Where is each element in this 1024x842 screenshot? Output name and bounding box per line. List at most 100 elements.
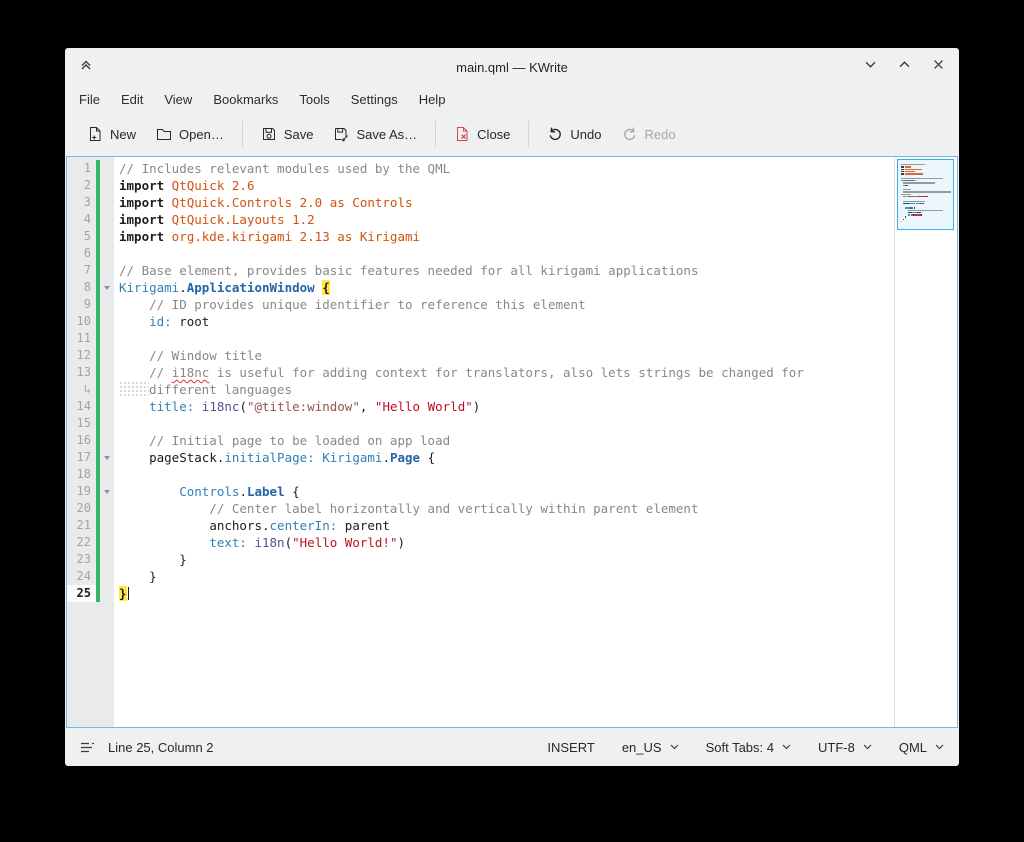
code-text[interactable]: // Center label horizontally and vertica…	[114, 500, 698, 517]
status-insert-mode[interactable]: INSERT	[547, 740, 594, 755]
status-tab-settings[interactable]: Soft Tabs: 4	[706, 740, 791, 755]
save-as--button[interactable]: Save As…	[323, 121, 427, 147]
code-token: different languages	[149, 382, 292, 397]
code-text[interactable]	[114, 415, 119, 432]
code-text[interactable]: Kirigami.ApplicationWindow {	[114, 279, 330, 296]
document-new-icon	[87, 126, 103, 142]
minimap-token	[908, 210, 944, 211]
code-token: //	[119, 365, 172, 380]
close-button[interactable]	[927, 56, 949, 78]
menu-item-edit[interactable]: Edit	[121, 92, 143, 107]
code-token: import	[119, 212, 164, 227]
code-text[interactable]: // Base element, provides basic features…	[114, 262, 698, 279]
save-button[interactable]: Save	[251, 121, 324, 147]
code-token: }	[119, 552, 187, 567]
edit-redo-icon	[622, 126, 638, 142]
code-text[interactable]: }	[114, 568, 157, 585]
maximize-icon	[898, 58, 911, 76]
minimap-token	[914, 207, 915, 208]
fold-column	[100, 296, 114, 313]
code-token: import	[119, 229, 164, 244]
menu-item-view[interactable]: View	[164, 92, 192, 107]
line-number: 3	[67, 194, 96, 211]
code-text[interactable]: }	[114, 551, 187, 568]
code-text[interactable]: // Includes relevant modules used by the…	[114, 160, 450, 177]
code-line: 1 // Includes relevant modules used by th…	[67, 160, 894, 177]
status-dictionary[interactable]: en_US	[622, 740, 679, 755]
code-token: (	[239, 399, 247, 414]
open--button[interactable]: Open…	[146, 121, 234, 147]
close-button[interactable]: Close	[444, 121, 520, 147]
code-token: // Window title	[119, 348, 262, 363]
cursor-position[interactable]: Line 25, Column 2	[108, 740, 214, 755]
code-text[interactable]	[114, 245, 119, 262]
line-number: 18	[67, 466, 96, 483]
code-text[interactable]: id: root	[114, 313, 209, 330]
toolbar-button-label: Save As…	[356, 127, 417, 142]
code-text[interactable]: // i18nc is useful for adding context fo…	[114, 364, 804, 381]
code-line: 23 }	[67, 551, 894, 568]
code-text[interactable]: text: i18n("Hello World!")	[114, 534, 405, 551]
line-number: 10	[67, 313, 96, 330]
window-title: main.qml — KWrite	[65, 60, 959, 75]
minimap-token	[903, 189, 911, 190]
code-text[interactable]: // Initial page to be loaded on app load	[114, 432, 450, 449]
status-insert-mode-label: INSERT	[547, 740, 594, 755]
code-text[interactable]	[114, 330, 119, 347]
status-encoding[interactable]: UTF-8	[818, 740, 872, 755]
new-button[interactable]: New	[77, 121, 146, 147]
line-number: 1	[67, 160, 96, 177]
keep-above-button[interactable]	[75, 56, 97, 78]
menu-item-help[interactable]: Help	[419, 92, 446, 107]
line-settings-icon[interactable]	[80, 741, 95, 754]
code-text[interactable]: import QtQuick.Controls 2.0 as Controls	[114, 194, 413, 211]
fold-arrow[interactable]	[100, 483, 114, 500]
code-token: // Includes relevant modules used by the…	[119, 161, 450, 176]
code-text[interactable]: Controls.Label {	[114, 483, 300, 500]
code-line: 16 // Initial page to be loaded on app l…	[67, 432, 894, 449]
line-number: 22	[67, 534, 96, 551]
undo-button[interactable]: Undo	[537, 121, 611, 147]
chevron-down-icon	[782, 744, 791, 750]
maximize-button[interactable]	[893, 56, 915, 78]
redo-button[interactable]: Redo	[612, 121, 686, 147]
code-text[interactable]: // Window title	[114, 347, 262, 364]
fold-column	[100, 262, 114, 279]
line-number: 14	[67, 398, 96, 415]
code-text[interactable]: // ID provides unique identifier to refe…	[114, 296, 586, 313]
edit-undo-icon	[547, 126, 563, 142]
code-text[interactable]: import QtQuick.Layouts 1.2	[114, 211, 315, 228]
toolbar-button-label: Redo	[645, 127, 676, 142]
fold-arrow[interactable]	[100, 279, 114, 296]
fold-arrow[interactable]	[100, 449, 114, 466]
code-text[interactable]	[114, 466, 119, 483]
minimap-token	[901, 171, 904, 172]
menu-item-tools[interactable]: Tools	[299, 92, 329, 107]
minimap-token	[914, 214, 922, 215]
fold-column	[100, 415, 114, 432]
code-text[interactable]: different languages	[114, 381, 292, 398]
text-editor[interactable]: 1 // Includes relevant modules used by th…	[67, 157, 894, 727]
code-text[interactable]: title: i18nc("@title:window", "Hello Wor…	[114, 398, 480, 415]
code-text[interactable]: pageStack.initialPage: Kirigami.Page {	[114, 449, 435, 466]
minimize-button[interactable]	[859, 56, 881, 78]
scrollbar-track[interactable]	[894, 157, 957, 727]
minimap-line	[901, 173, 951, 174]
minimap[interactable]	[897, 159, 954, 230]
menu-item-bookmarks[interactable]: Bookmarks	[213, 92, 278, 107]
titlebar[interactable]: main.qml — KWrite	[65, 48, 959, 86]
code-text[interactable]: anchors.centerIn: parent	[114, 517, 390, 534]
code-text[interactable]: import QtQuick 2.6	[114, 177, 254, 194]
code-line: 4import QtQuick.Layouts 1.2	[67, 211, 894, 228]
chevron-down-icon	[863, 744, 872, 750]
code-token: .	[382, 450, 390, 465]
menu-item-file[interactable]: File	[79, 92, 100, 107]
code-line: ↳different languages	[67, 381, 894, 398]
code-text[interactable]: import org.kde.kirigami 2.13 as Kirigami	[114, 228, 420, 245]
menu-item-settings[interactable]: Settings	[351, 92, 398, 107]
status-syntax-mode[interactable]: QML	[899, 740, 944, 755]
code-token: centerIn:	[270, 518, 338, 533]
minimap-token	[916, 180, 917, 181]
code-text[interactable]: }	[114, 585, 129, 602]
code-token: Label	[247, 484, 285, 499]
